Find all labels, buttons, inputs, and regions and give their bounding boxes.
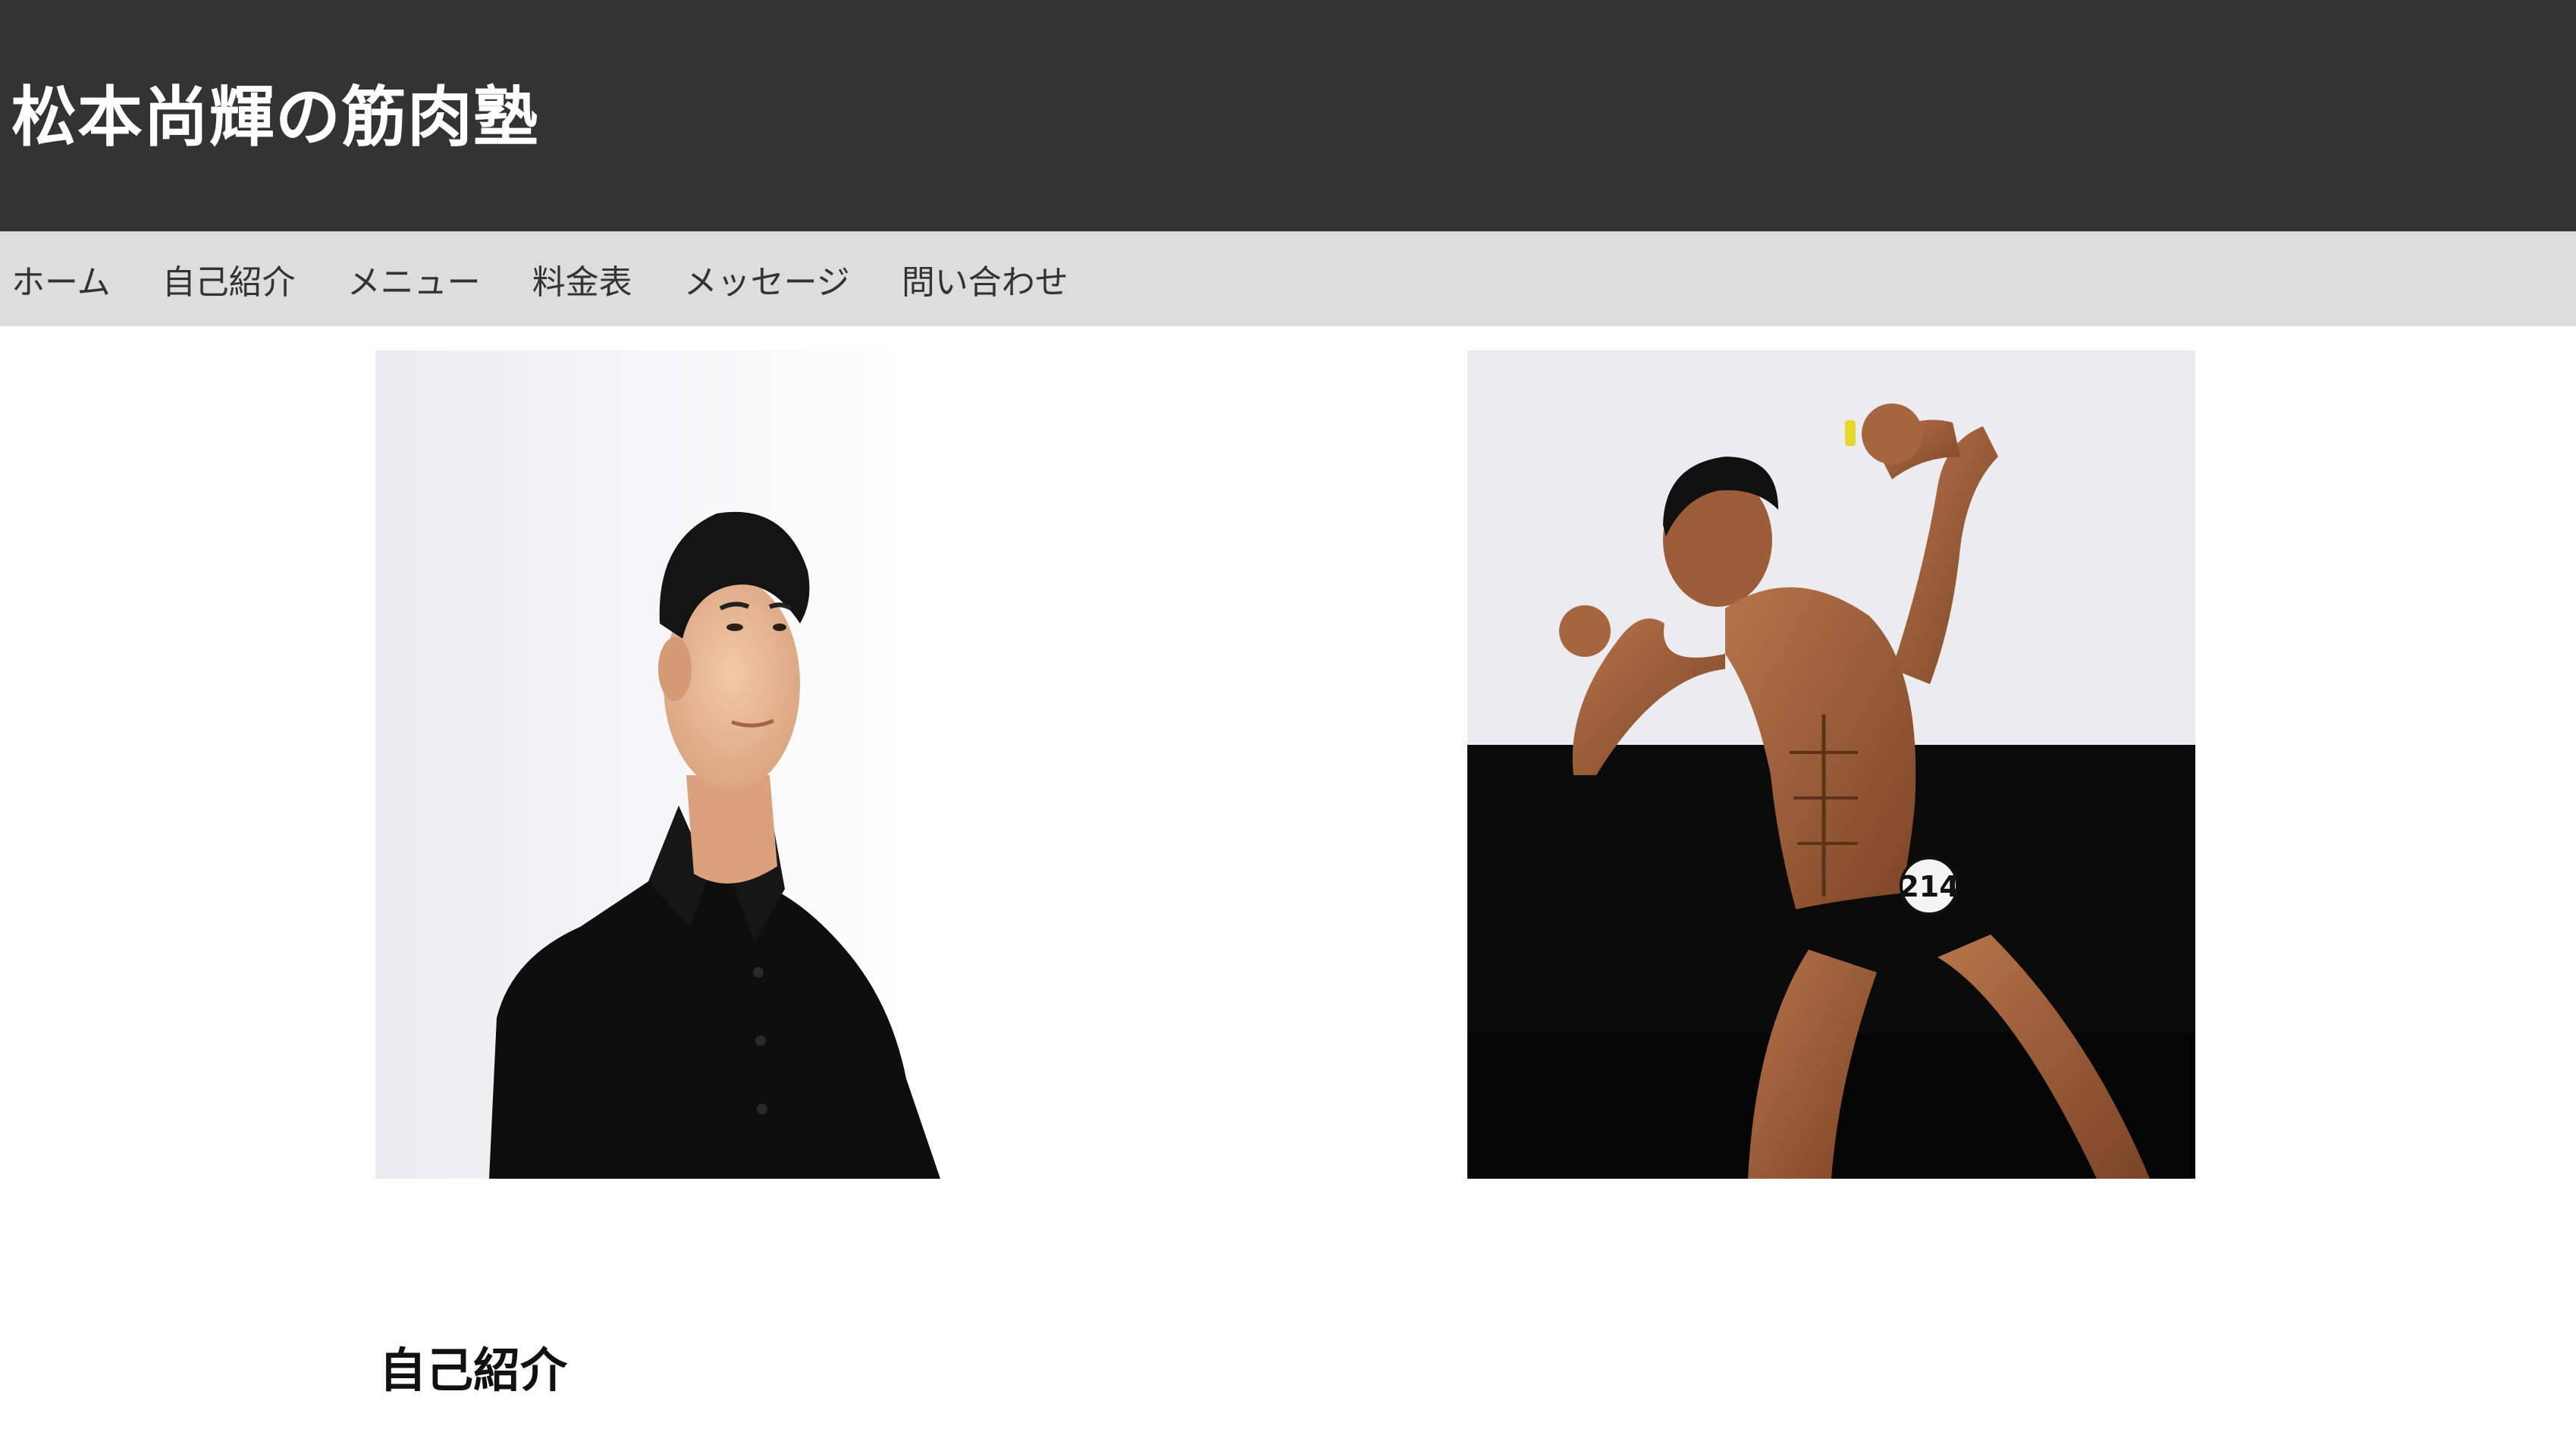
section-heading-profile: 自己紹介 [379,1343,568,1398]
portrait-photo [375,350,944,1179]
nav-item-home[interactable]: ホーム [11,255,111,303]
bib-number: 214 [1899,870,1959,903]
bodybuilder-photo: 214 [1467,350,2195,1179]
nav-item-message[interactable]: メッセージ [684,255,850,303]
site-header: 松本尚輝の筋肉塾 [0,0,2576,231]
nav-item-profile[interactable]: 自己紹介 [162,255,296,303]
main-nav: ホーム 自己紹介 メニュー 料金表 メッセージ 問い合わせ [0,231,2576,326]
nav-item-contact[interactable]: 問い合わせ [902,255,1068,303]
nav-item-pricing[interactable]: 料金表 [532,255,632,303]
nav-list: ホーム 自己紹介 メニュー 料金表 メッセージ 問い合わせ [11,231,1120,326]
nav-item-menu[interactable]: メニュー [347,255,481,303]
site-title[interactable]: 松本尚輝の筋肉塾 [11,76,539,159]
